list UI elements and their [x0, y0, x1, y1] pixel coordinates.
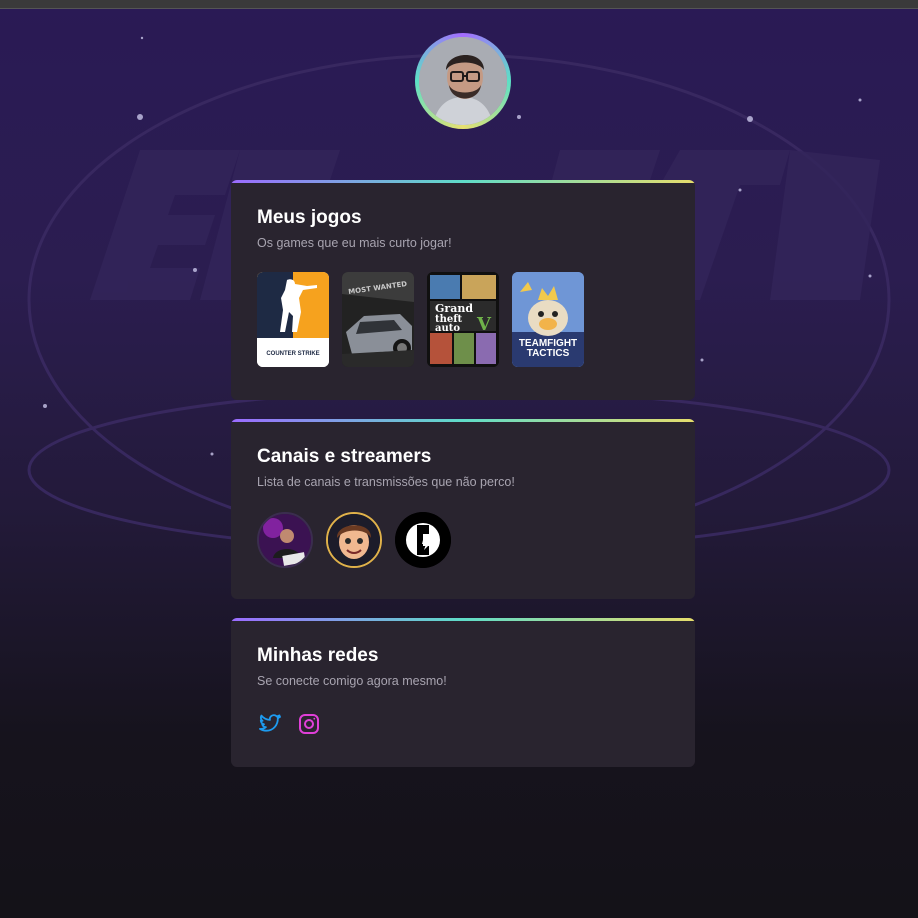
- profile-avatar: [415, 33, 511, 129]
- games-card-title: Meus jogos: [257, 207, 362, 228]
- social-card: Minhas redes Se conecte comigo agora mes…: [231, 618, 695, 767]
- channels-card: Canais e streamers Lista de canais e tra…: [231, 419, 695, 599]
- channels-card-title: Canais e streamers: [257, 446, 432, 467]
- social-card-title: Minhas redes: [257, 645, 379, 666]
- svg-text:V: V: [476, 314, 492, 335]
- channels-card-subtitle: Lista de canais e transmissões que não p…: [257, 475, 515, 489]
- game-counter-strike[interactable]: COUNTER STRIKE: [257, 272, 329, 367]
- channel-streamer-2[interactable]: [326, 512, 382, 568]
- browser-top-edge: [0, 0, 918, 9]
- game-need-for-speed[interactable]: MOST WANTED: [342, 272, 414, 367]
- game-teamfight-tactics-label: TEAMFIGHT TACTICS: [518, 338, 578, 359]
- channel-streamer-3[interactable]: [395, 512, 451, 568]
- channel-streamer-1[interactable]: [257, 512, 313, 568]
- game-counter-strike-label: COUNTER STRIKE: [266, 351, 320, 357]
- instagram-icon[interactable]: [297, 712, 321, 736]
- games-card-subtitle: Os games que eu mais curto jogar!: [257, 236, 452, 250]
- svg-text:auto: auto: [435, 323, 460, 334]
- game-teamfight-tactics[interactable]: TEAMFIGHT TACTICS: [512, 272, 584, 367]
- twitter-icon[interactable]: [258, 712, 282, 736]
- games-card: Meus jogos Os games que eu mais curto jo…: [231, 180, 695, 400]
- game-gta-v[interactable]: Grand theft auto V: [427, 272, 499, 367]
- avatar-photo: [419, 37, 507, 125]
- social-card-subtitle: Se conecte comigo agora mesmo!: [257, 674, 447, 688]
